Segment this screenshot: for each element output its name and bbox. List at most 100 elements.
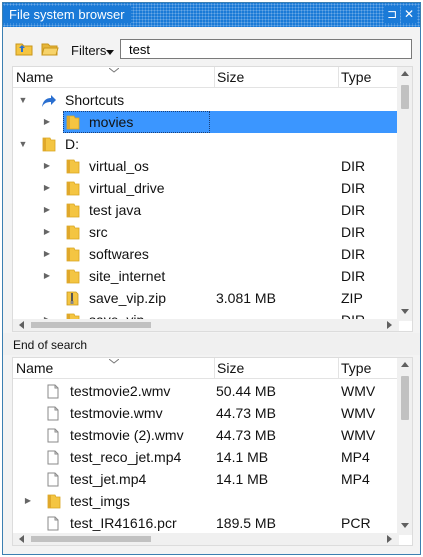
file-icon (47, 516, 59, 531)
folder-icon (66, 247, 80, 262)
sort-indicator-icon (109, 68, 119, 73)
item-type: PCR (341, 515, 371, 531)
item-size: 14.1 MB (216, 471, 269, 487)
item-type: MP4 (341, 449, 370, 465)
scroll-down-icon[interactable] (401, 523, 409, 528)
folder-icon (66, 225, 80, 240)
folder-tree-panel: Name Size Type ▼ Shortcuts ▶ movies ▼ D: ▶ virt… (12, 66, 413, 332)
tree-row[interactable]: ▶ softwares DIR (13, 243, 397, 265)
scroll-thumb[interactable] (31, 536, 151, 542)
expand-arrow-icon[interactable]: ▶ (42, 271, 52, 281)
item-type: DIR (341, 202, 366, 218)
chevron-down-icon[interactable] (106, 50, 114, 55)
search-horizontal-scrollbar[interactable] (13, 533, 399, 545)
tree-row[interactable]: ▶ virtual_drive DIR (13, 177, 397, 199)
pin-icon[interactable]: ⊐ (384, 6, 400, 23)
column-type-header[interactable]: Type (338, 67, 371, 88)
open-folder-icon[interactable] (41, 41, 59, 56)
column-size-header[interactable]: Size (214, 358, 244, 379)
item-name: testmovie.wmv (70, 405, 163, 421)
item-name: virtual_os (89, 158, 149, 174)
go-up-folder-icon[interactable] (15, 41, 33, 56)
search-result-row[interactable]: ▶ test_imgs (13, 490, 397, 512)
scroll-right-icon[interactable] (387, 321, 392, 329)
search-results-panel: Name Size Type testmovie2.wmv 50.44 MB WMV… (12, 357, 413, 546)
item-name: test_reco_jet.mp4 (70, 449, 182, 465)
expand-arrow-icon[interactable]: ▶ (23, 496, 33, 506)
column-type-header[interactable]: Type (338, 358, 371, 379)
search-result-row[interactable]: testmovie (2).wmv 44.73 MB WMV (13, 424, 397, 446)
item-size: 3.081 MB (216, 290, 276, 306)
scroll-left-icon[interactable] (19, 535, 24, 543)
title-bar[interactable]: File system browser ⊐ ✕ (3, 3, 420, 27)
item-name: D: (65, 136, 79, 152)
scroll-left-icon[interactable] (19, 321, 24, 329)
file-icon (47, 406, 59, 421)
tree-row[interactable]: ▼ D: (13, 133, 397, 155)
item-name: softwares (89, 246, 149, 262)
folder-icon (66, 203, 80, 218)
search-result-row[interactable]: testmovie2.wmv 50.44 MB WMV (13, 380, 397, 402)
expand-arrow-icon[interactable]: ▶ (42, 249, 52, 259)
tree-row[interactable]: ▼ Shortcuts (13, 89, 397, 111)
item-name: site_internet (89, 268, 166, 284)
scroll-right-icon[interactable] (387, 535, 392, 543)
search-vertical-scrollbar[interactable] (397, 358, 412, 535)
item-type: WMV (341, 427, 376, 443)
tree-row[interactable]: ▶ virtual_os DIR (13, 155, 397, 177)
column-size-header[interactable]: Size (214, 67, 244, 88)
item-size: 50.44 MB (216, 383, 276, 399)
column-name-header[interactable]: Name (13, 358, 53, 379)
tree-row[interactable]: ▶ site_internet DIR (13, 265, 397, 287)
filters-dropdown[interactable]: Filters (71, 43, 106, 58)
expand-arrow-icon[interactable]: ▶ (42, 183, 52, 193)
collapse-arrow-icon[interactable]: ▼ (18, 95, 28, 105)
item-size: 189.5 MB (216, 515, 276, 531)
search-result-row[interactable]: testmovie.wmv 44.73 MB WMV (13, 402, 397, 424)
tree-horizontal-scrollbar[interactable] (13, 319, 399, 331)
folder-icon (47, 494, 61, 509)
folder-icon (66, 181, 80, 196)
item-size: 44.73 MB (216, 427, 276, 443)
item-type: MP4 (341, 471, 370, 487)
item-name: test_imgs (70, 493, 130, 509)
close-icon[interactable]: ✕ (401, 6, 417, 23)
item-name: movies (89, 114, 134, 130)
search-result-row[interactable]: test_jet.mp4 14.1 MB MP4 (13, 468, 397, 490)
toolbar: Filters (3, 35, 420, 63)
focus-rectangle (63, 111, 210, 133)
item-type: DIR (341, 246, 366, 262)
expand-arrow-icon[interactable]: ▶ (42, 205, 52, 215)
search-input[interactable] (120, 39, 412, 59)
item-type: ZIP (341, 290, 363, 306)
item-name: virtual_drive (89, 180, 165, 196)
scroll-down-icon[interactable] (401, 309, 409, 314)
search-result-row[interactable]: test_reco_jet.mp4 14.1 MB MP4 (13, 446, 397, 468)
tree-row[interactable]: ▶ test java DIR (13, 199, 397, 221)
item-type: WMV (341, 405, 376, 421)
shortcut-icon (42, 95, 56, 107)
scroll-up-icon[interactable] (401, 362, 409, 367)
item-name: test_IR41616.pcr (70, 515, 177, 531)
scroll-thumb[interactable] (31, 322, 151, 328)
scroll-thumb[interactable] (401, 376, 409, 420)
item-type: DIR (341, 268, 366, 284)
tree-row[interactable]: save_vip.zip 3.081 MB ZIP (13, 287, 397, 309)
folder-icon (66, 269, 80, 284)
expand-arrow-icon[interactable]: ▶ (42, 117, 52, 127)
tree-row[interactable]: ▶ movies (13, 111, 397, 133)
tree-row[interactable]: ▶ src DIR (13, 221, 397, 243)
item-size: 44.73 MB (216, 405, 276, 421)
folder-icon (42, 137, 56, 152)
search-result-row[interactable]: test_IR41616.pcr 189.5 MB PCR (13, 512, 397, 534)
expand-arrow-icon[interactable]: ▶ (42, 161, 52, 171)
collapse-arrow-icon[interactable]: ▼ (18, 139, 28, 149)
scroll-up-icon[interactable] (401, 71, 409, 76)
expand-arrow-icon[interactable]: ▶ (42, 227, 52, 237)
item-name: testmovie (2).wmv (70, 427, 184, 443)
scroll-thumb[interactable] (401, 85, 409, 109)
tree-vertical-scrollbar[interactable] (397, 67, 412, 321)
column-name-header[interactable]: Name (13, 67, 53, 88)
zip-icon (66, 291, 79, 306)
file-system-browser-window: File system browser ⊐ ✕ Filters Name Siz… (2, 2, 421, 555)
